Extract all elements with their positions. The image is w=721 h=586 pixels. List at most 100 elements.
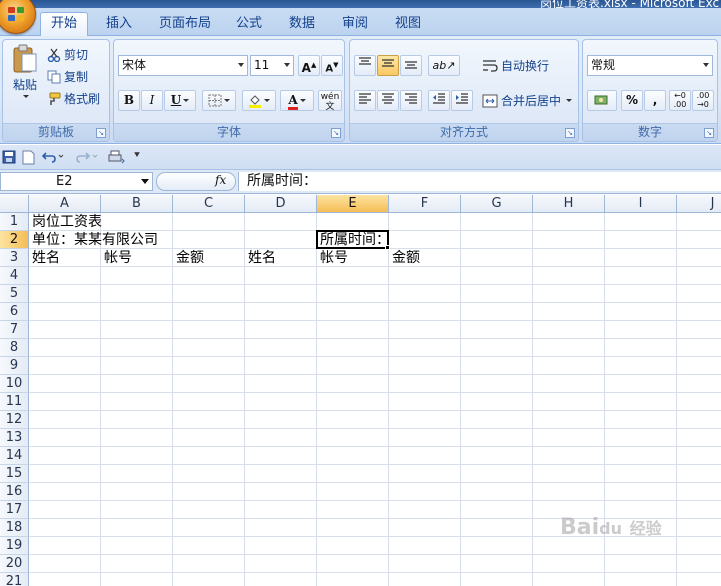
font-launcher-icon[interactable]: ↘: [331, 128, 341, 138]
row-header-1[interactable]: 1: [0, 213, 29, 231]
underline-button[interactable]: U: [164, 90, 196, 111]
new-document-icon[interactable]: [22, 150, 35, 165]
tab-home[interactable]: 开始: [40, 12, 88, 37]
underline-label: U: [170, 93, 182, 107]
redo-icon[interactable]: [76, 150, 98, 165]
align-middle-button[interactable]: [377, 55, 399, 76]
name-box[interactable]: E2: [0, 172, 153, 191]
row-header-11[interactable]: 11: [0, 393, 29, 411]
paste-button[interactable]: 粘贴: [7, 44, 43, 114]
save-icon[interactable]: [2, 150, 16, 165]
row-header-15[interactable]: 15: [0, 465, 29, 483]
tab-formulas[interactable]: 公式: [228, 14, 270, 36]
column-header-b[interactable]: B: [101, 195, 173, 213]
decrease-decimal-button[interactable]: .00 →0: [692, 90, 714, 111]
undo-icon[interactable]: [41, 150, 64, 165]
orientation-button[interactable]: ab↗: [428, 55, 460, 76]
cell-a1[interactable]: 岗位工资表: [29, 213, 102, 231]
formula-bar: E2 fx 所属时间：: [0, 170, 721, 194]
percent-style-button[interactable]: %: [621, 90, 643, 111]
cell-d3[interactable]: 姓名: [245, 249, 276, 267]
row-header-20[interactable]: 20: [0, 555, 29, 573]
font-name-combo[interactable]: 宋体: [118, 55, 248, 76]
row-header-2[interactable]: 2: [0, 231, 29, 249]
align-center-button[interactable]: [377, 90, 399, 111]
clipboard-group: 粘贴 剪切 复制 格式刷 剪贴板 ↘: [2, 39, 110, 142]
phonetic-button[interactable]: wén 文: [318, 90, 342, 112]
merge-center-button[interactable]: 合并后居中: [482, 92, 573, 109]
shrink-font-button[interactable]: A▼: [321, 55, 343, 76]
row-header-12[interactable]: 12: [0, 411, 29, 429]
cell-c3[interactable]: 金额: [173, 249, 204, 267]
row-header-5[interactable]: 5: [0, 285, 29, 303]
cell-a3[interactable]: 姓名: [29, 249, 60, 267]
row-header-19[interactable]: 19: [0, 537, 29, 555]
bold-button[interactable]: B: [118, 90, 140, 111]
gridline-vertical: [100, 213, 101, 586]
borders-button[interactable]: [202, 90, 236, 111]
column-header-c[interactable]: C: [173, 195, 245, 213]
comma-style-button[interactable]: ,: [644, 90, 666, 111]
row-header-17[interactable]: 17: [0, 501, 29, 519]
italic-button[interactable]: I: [141, 90, 163, 111]
tab-view[interactable]: 视图: [386, 14, 430, 36]
row-header-7[interactable]: 7: [0, 321, 29, 339]
cell-f3[interactable]: 金额: [389, 249, 420, 267]
grow-font-button[interactable]: A▲: [298, 55, 320, 76]
column-header-h[interactable]: H: [533, 195, 605, 213]
row-header-6[interactable]: 6: [0, 303, 29, 321]
row-header-13[interactable]: 13: [0, 429, 29, 447]
quick-print-icon[interactable]: [107, 150, 125, 165]
fill-color-button[interactable]: [242, 90, 276, 111]
alignment-launcher-icon[interactable]: ↘: [565, 128, 575, 138]
customize-qat-icon[interactable]: ⯆: [133, 150, 141, 165]
column-header-f[interactable]: F: [389, 195, 461, 213]
wrap-text-button[interactable]: 自动换行: [482, 57, 549, 74]
align-right-button[interactable]: [400, 90, 422, 111]
increase-indent-button[interactable]: [451, 90, 473, 111]
cell-a2[interactable]: 单位：某某有限公司: [29, 231, 158, 249]
number-launcher-icon[interactable]: ↘: [704, 128, 714, 138]
column-header-g[interactable]: G: [461, 195, 533, 213]
merge-center-dropdown-icon: [566, 99, 573, 102]
accounting-format-button[interactable]: [587, 90, 617, 111]
cell-b3[interactable]: 帐号: [101, 249, 132, 267]
row-header-21[interactable]: 21: [0, 573, 29, 586]
row-header-3[interactable]: 3: [0, 249, 29, 267]
align-bottom-button[interactable]: [400, 55, 422, 76]
increase-decimal-button[interactable]: ←0.00: [669, 90, 691, 111]
column-header-a[interactable]: A: [29, 195, 101, 213]
number-format-combo[interactable]: 常规: [587, 55, 713, 76]
format-painter-button[interactable]: 格式刷: [47, 90, 100, 107]
cell-e3[interactable]: 帐号: [317, 249, 348, 267]
row-header-10[interactable]: 10: [0, 375, 29, 393]
column-header-e[interactable]: E: [317, 195, 389, 213]
row-header-16[interactable]: 16: [0, 483, 29, 501]
clipboard-launcher-icon[interactable]: ↘: [96, 128, 106, 138]
column-header-d[interactable]: D: [245, 195, 317, 213]
fill-handle[interactable]: [385, 245, 390, 250]
insert-function-icon[interactable]: fx: [215, 173, 226, 187]
tab-insert[interactable]: 插入: [96, 14, 142, 36]
decrease-indent-button[interactable]: [428, 90, 450, 111]
tab-page-layout[interactable]: 页面布局: [152, 14, 218, 36]
formula-input[interactable]: 所属时间：: [238, 172, 721, 191]
row-header-14[interactable]: 14: [0, 447, 29, 465]
window-title: 岗位工资表.xlsx - Microsoft Exc: [540, 0, 720, 8]
tab-data[interactable]: 数据: [280, 14, 324, 36]
font-size-combo[interactable]: 11: [250, 55, 294, 76]
column-header-j[interactable]: J: [677, 195, 721, 213]
row-header-18[interactable]: 18: [0, 519, 29, 537]
row-header-9[interactable]: 9: [0, 357, 29, 375]
copy-button[interactable]: 复制: [47, 68, 88, 85]
row-header-8[interactable]: 8: [0, 339, 29, 357]
orientation-icon: ab↗: [432, 59, 456, 72]
select-all-corner[interactable]: [0, 195, 29, 213]
row-header-4[interactable]: 4: [0, 267, 29, 285]
tab-review[interactable]: 审阅: [334, 14, 376, 36]
column-header-i[interactable]: I: [605, 195, 677, 213]
cut-button[interactable]: 剪切: [47, 46, 88, 63]
align-left-button[interactable]: [354, 90, 376, 111]
font-color-button[interactable]: A: [280, 90, 314, 111]
align-top-button[interactable]: [354, 55, 376, 76]
